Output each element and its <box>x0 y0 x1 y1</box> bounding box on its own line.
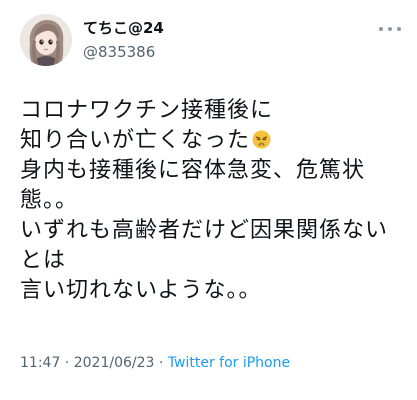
tweet-line-with-emoji: 知り合いが亡くなった <box>20 126 404 156</box>
tweet-line: 身内も接種後に容体急変、危篤状 <box>20 158 366 183</box>
tweet-line: コロナワクチン接種後に <box>20 98 274 123</box>
more-options-icon[interactable] <box>379 24 401 34</box>
tweet-date[interactable]: 2021/06/23 <box>74 355 155 371</box>
separator: · <box>60 355 74 371</box>
dot <box>379 27 383 31</box>
dot <box>397 27 401 31</box>
user-handle[interactable]: @835386 <box>83 43 155 61</box>
separator: · <box>154 355 168 371</box>
tweet-card: てちこ@24 @835386 コロナワクチン接種後に 知り合いが亡くなった 身内… <box>0 0 417 400</box>
tweet-line: とは <box>20 248 67 273</box>
tweet-line: 知り合いが亡くなった <box>20 128 251 153</box>
dot <box>388 27 392 31</box>
tweet-text: コロナワクチン接種後に 知り合いが亡くなった 身内も接種後に容体急変、危篤状 態… <box>20 96 404 306</box>
avatar[interactable] <box>20 14 72 66</box>
tweet-line: いずれも高齢者だけど因果関係ない <box>20 218 389 243</box>
anime-girl-avatar-icon <box>20 14 72 66</box>
tweet-source-link[interactable]: Twitter for iPhone <box>168 355 290 371</box>
tweet-line: 態。。 <box>20 188 79 213</box>
weary-face-emoji-icon <box>252 130 271 149</box>
tweet-line: 言い切れないような。。 <box>20 278 262 303</box>
display-name[interactable]: てちこ@24 <box>83 19 164 37</box>
tweet-metadata: 11:47 · 2021/06/23 · Twitter for iPhone <box>20 354 290 372</box>
tweet-time[interactable]: 11:47 <box>20 355 60 371</box>
